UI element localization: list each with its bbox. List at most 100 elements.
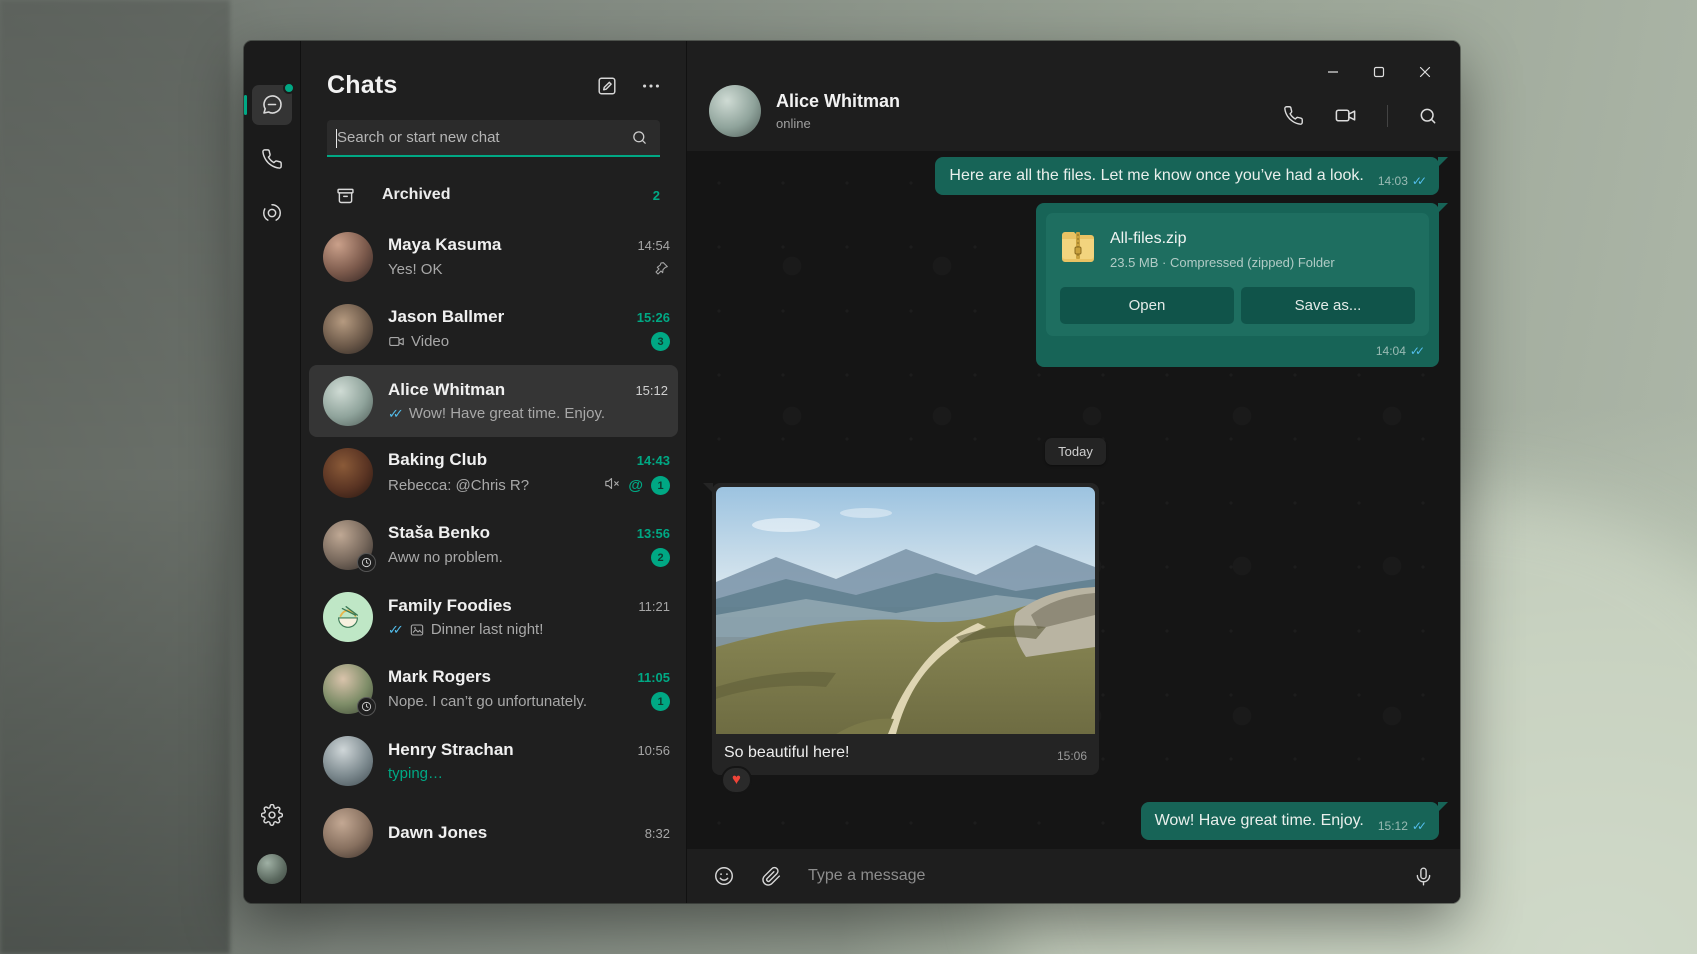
chat-name: Mark Rogers xyxy=(388,667,629,687)
chat-preview: Aww no problem. xyxy=(388,549,643,566)
avatar xyxy=(323,808,373,858)
chat-name: Staša Benko xyxy=(388,523,629,543)
message-time: 14:04 xyxy=(1376,343,1406,359)
archived-label: Archived xyxy=(382,186,653,204)
message-time: 15:12 xyxy=(1378,818,1408,834)
unread-badge: 3 xyxy=(651,332,670,351)
chat-time: 8:32 xyxy=(645,826,670,841)
noodle-bowl-icon xyxy=(333,602,363,632)
archived-count: 2 xyxy=(653,188,660,203)
clock-overlay-icon xyxy=(357,697,376,716)
chat-list-header: Chats xyxy=(301,41,686,116)
message-input[interactable] xyxy=(808,867,1387,885)
chat-time: 10:56 xyxy=(637,743,670,758)
bubble-tail xyxy=(703,483,713,493)
chat-row-family-foodies[interactable]: Family Foodies 11:21 ✓✓ Dinner last nigh… xyxy=(301,581,686,653)
video-call-button[interactable] xyxy=(1334,104,1357,127)
message-text: Wow! Have great time. Enjoy. xyxy=(1155,810,1364,832)
outgoing-message[interactable]: Wow! Have great time. Enjoy. 15:12 ✓✓ xyxy=(1141,802,1439,840)
avatar xyxy=(323,304,373,354)
photo-icon xyxy=(409,622,425,638)
attach-paperclip-button[interactable] xyxy=(761,866,782,887)
phone-icon xyxy=(261,148,283,170)
bubble-tail xyxy=(1438,157,1448,167)
search-box xyxy=(327,120,660,157)
chat-preview: Rebecca: @Chris R? xyxy=(388,477,595,494)
chat-time: 11:05 xyxy=(637,670,670,685)
gear-icon xyxy=(261,804,283,826)
minimize-button[interactable] xyxy=(1310,55,1356,89)
contact-status: online xyxy=(776,116,900,131)
contact-avatar xyxy=(709,85,761,137)
bubble-tail xyxy=(1438,203,1448,213)
conversation-panel: Alice Whitman online xyxy=(687,41,1460,903)
header-divider xyxy=(1387,105,1388,127)
chat-name: Family Foodies xyxy=(388,596,630,616)
chat-row-dawn-jones[interactable]: Dawn Jones 8:32 xyxy=(301,797,686,869)
avatar xyxy=(323,520,373,570)
message-time: 14:03 xyxy=(1378,173,1408,189)
incoming-image-message[interactable]: So beautiful here! 15:06 ♥ xyxy=(712,483,1099,775)
file-attachment-card[interactable]: All-files.zip 23.5 MB · Compressed (zipp… xyxy=(1046,213,1429,337)
conversation-search-button[interactable] xyxy=(1418,106,1438,126)
avatar xyxy=(323,736,373,786)
chat-name: Baking Club xyxy=(388,450,629,470)
zip-file-icon xyxy=(1060,227,1096,274)
maximize-button[interactable] xyxy=(1356,55,1402,89)
nav-profile-button[interactable] xyxy=(252,849,292,889)
read-receipt-icon: ✓✓ xyxy=(388,406,404,422)
archived-row[interactable]: Archived 2 xyxy=(301,171,686,219)
chat-row-baking-club[interactable]: Baking Club 14:43 Rebecca: @Chris R? xyxy=(301,437,686,509)
nav-chats-button[interactable] xyxy=(252,85,292,125)
outgoing-message[interactable]: Here are all the files. Let me know once… xyxy=(935,157,1439,195)
avatar xyxy=(323,376,373,426)
new-chat-button[interactable] xyxy=(596,75,618,97)
text-caret xyxy=(336,129,337,148)
chat-name: Alice Whitman xyxy=(388,380,627,400)
microphone-button[interactable] xyxy=(1413,866,1434,887)
chat-preview: Video xyxy=(411,333,643,350)
chat-row-jason-ballmer[interactable]: Jason Ballmer 15:26 Video 3 xyxy=(301,293,686,365)
nav-status-button[interactable] xyxy=(252,193,292,233)
chat-name: Jason Ballmer xyxy=(388,307,629,327)
chat-row-mark-rogers[interactable]: Mark Rogers 11:05 Nope. I can’t go unfor… xyxy=(301,653,686,725)
save-as-button[interactable]: Save as... xyxy=(1241,287,1415,324)
date-divider: Today xyxy=(1045,438,1106,465)
nav-settings-button[interactable] xyxy=(252,795,292,835)
message-composer xyxy=(687,849,1460,903)
photo-mountain-landscape[interactable] xyxy=(716,487,1095,734)
heart-reaction[interactable]: ♥ xyxy=(721,766,752,794)
file-name: All-files.zip xyxy=(1110,228,1335,250)
chat-preview: Wow! Have great time. Enjoy. xyxy=(409,405,668,422)
nav-rail xyxy=(244,41,301,903)
chat-row-alice-whitman[interactable]: Alice Whitman 15:12 ✓✓ Wow! Have great t… xyxy=(309,365,678,437)
message-text: Here are all the files. Let me know once… xyxy=(949,165,1363,187)
chat-row-henry-strachan[interactable]: Henry Strachan 10:56 typing… xyxy=(301,725,686,797)
message-area: Here are all the files. Let me know once… xyxy=(687,151,1460,849)
read-receipt-icon: ✓✓ xyxy=(1412,818,1427,834)
contact-info[interactable]: Alice Whitman online xyxy=(709,85,1283,137)
nav-calls-button[interactable] xyxy=(252,139,292,179)
heart-icon: ♥ xyxy=(732,771,741,788)
voice-call-button[interactable] xyxy=(1283,105,1304,126)
chat-row-stasa-benko[interactable]: Staša Benko 13:56 Aww no problem. 2 xyxy=(301,509,686,581)
desktop-wallpaper: Chats xyxy=(0,0,1697,954)
chat-time: 14:54 xyxy=(637,238,670,253)
chat-row-maya-kasuma[interactable]: Maya Kasuma 14:54 Yes! OK xyxy=(301,221,686,293)
chat-list-panel: Chats xyxy=(301,41,687,903)
menu-dots-button[interactable] xyxy=(640,75,662,97)
chat-preview: Nope. I can’t go unfortunately. xyxy=(388,693,643,710)
status-ring-icon xyxy=(261,202,283,224)
avatar xyxy=(323,232,373,282)
message-time: 15:06 xyxy=(1057,748,1087,764)
open-file-button[interactable]: Open xyxy=(1060,287,1234,324)
bubble-tail xyxy=(1438,802,1448,812)
search-input[interactable] xyxy=(327,129,631,146)
panel-title: Chats xyxy=(327,71,596,100)
unread-indicator-dot xyxy=(283,82,295,94)
close-button[interactable] xyxy=(1402,55,1448,89)
chat-preview: Yes! OK xyxy=(388,261,646,278)
chat-time: 15:12 xyxy=(635,383,668,398)
window-controls xyxy=(1310,55,1448,89)
emoji-button[interactable] xyxy=(713,865,735,887)
